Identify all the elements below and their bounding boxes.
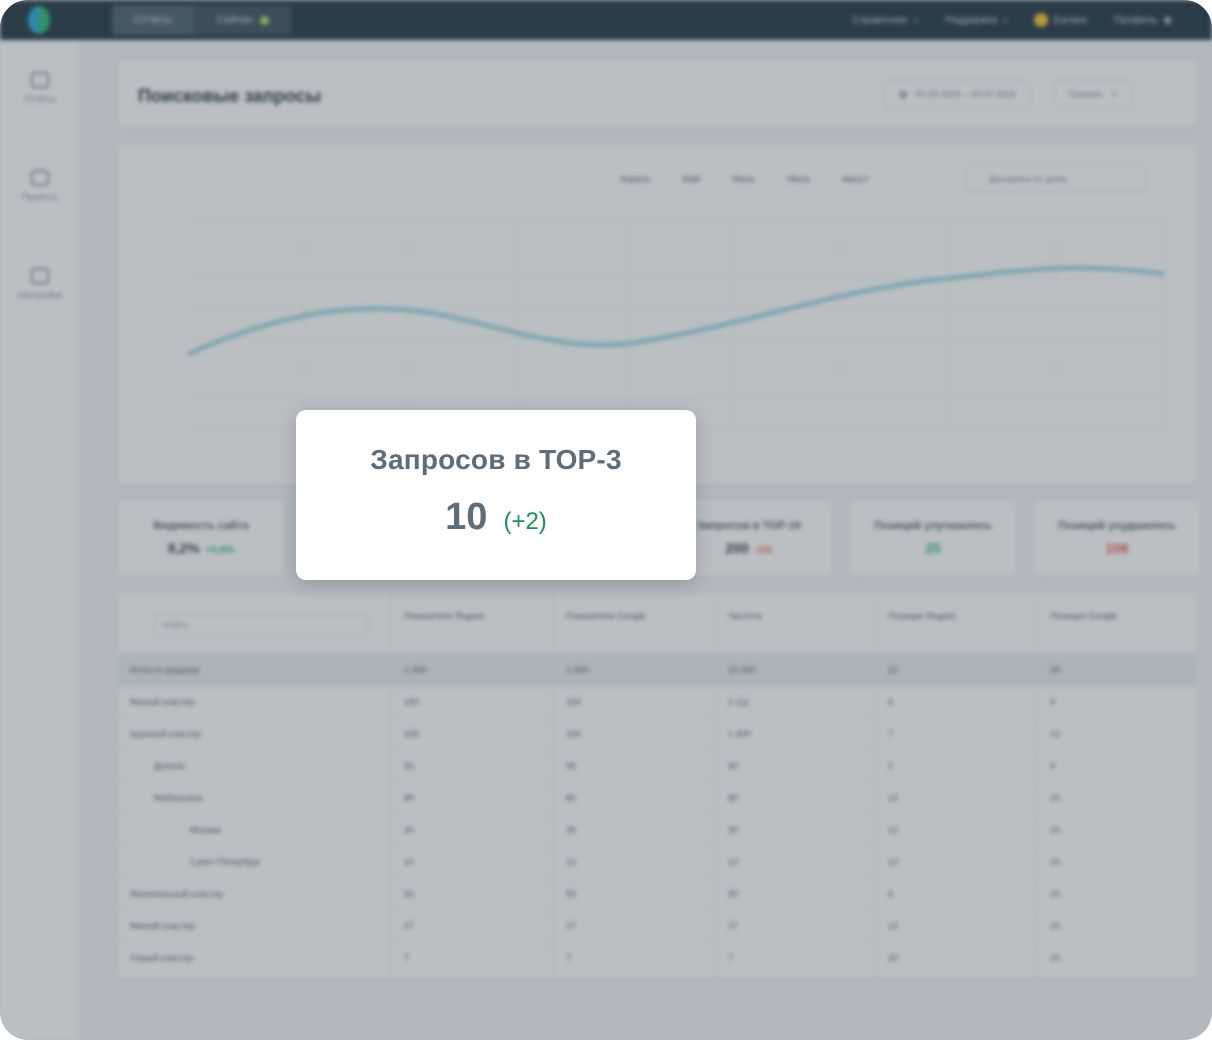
popup-values: 10 (+2) (296, 496, 696, 539)
popup-delta: (+2) (503, 508, 547, 535)
popup-title: Запросов в ТОР-3 (370, 444, 622, 475)
metric-popup: Запросов в ТОР-3 10 (+2) (296, 410, 696, 580)
screen-frame: Отчёты Сейчас Справочник ⌕ Поддержка ♪ Бал… (0, 0, 1212, 1040)
popup-value: 10 (445, 496, 488, 538)
